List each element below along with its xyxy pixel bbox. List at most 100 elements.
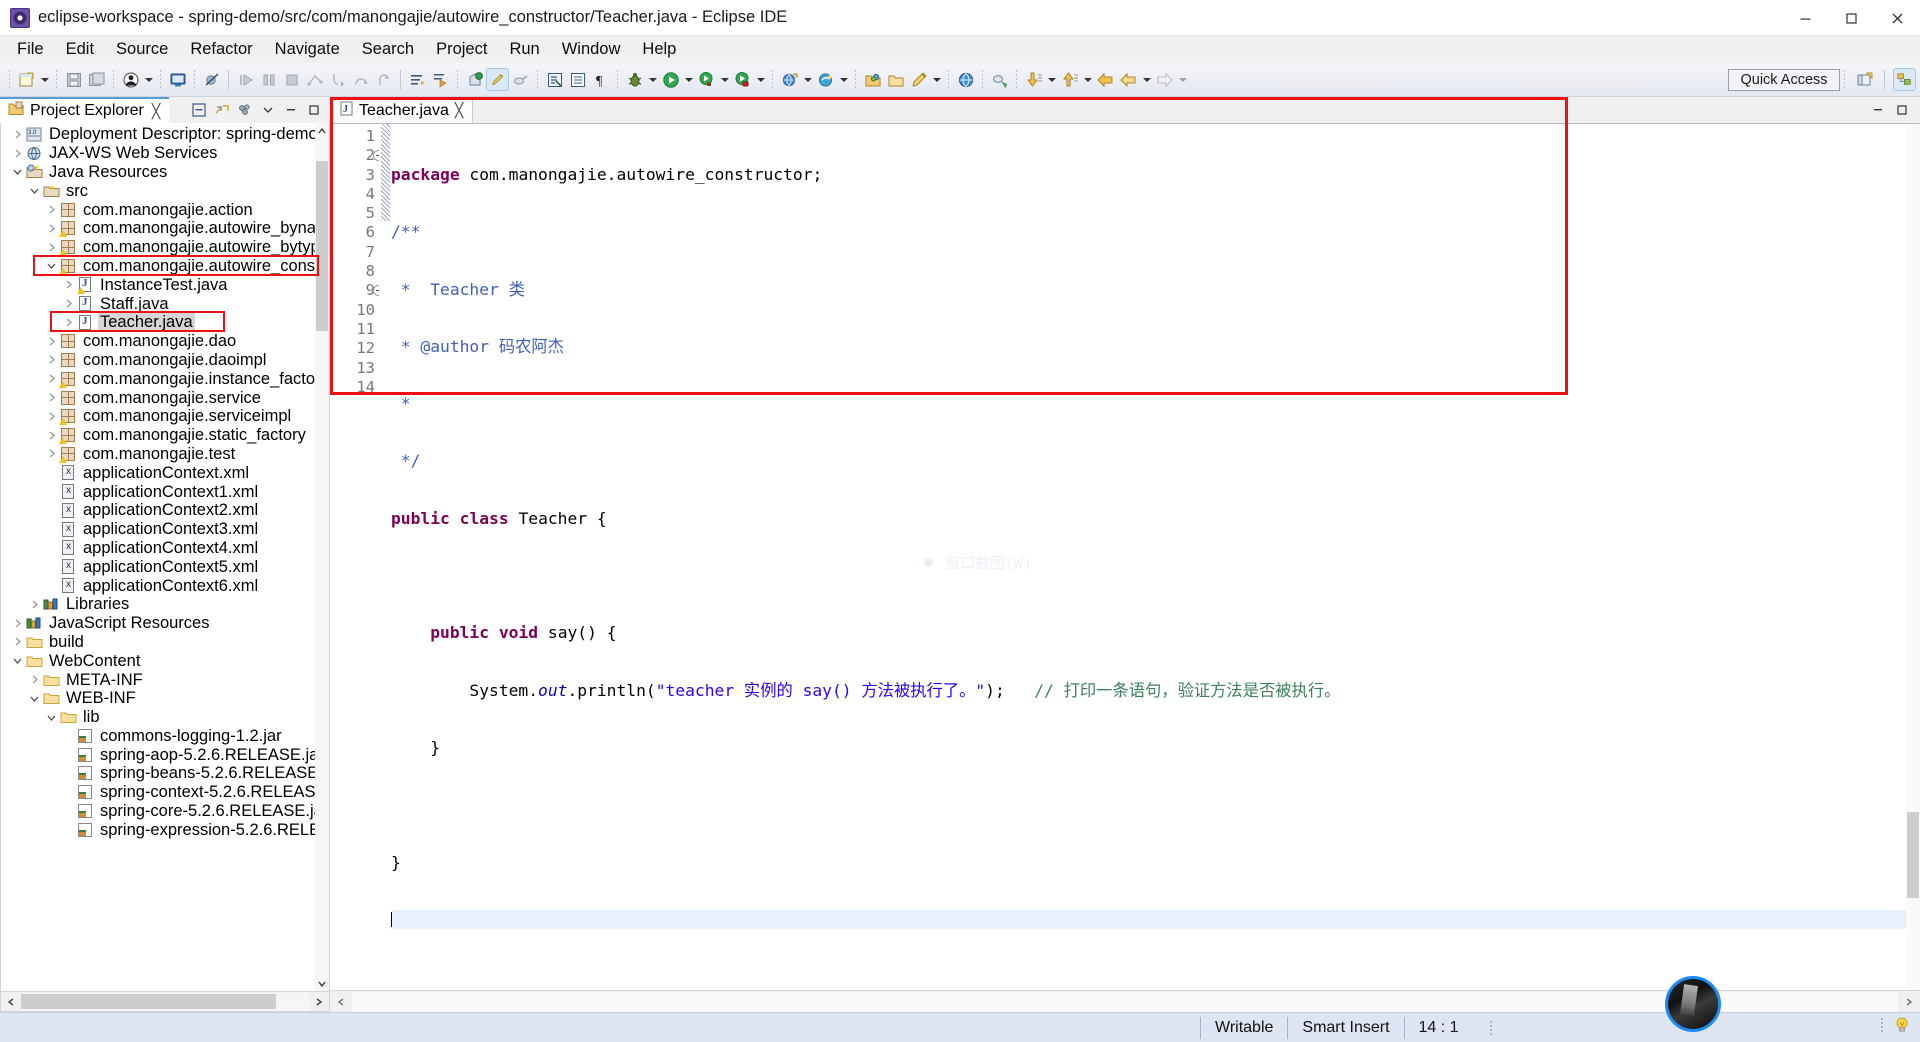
- close-icon[interactable]: ╳: [455, 102, 463, 119]
- coverage-dropdown-icon[interactable]: [718, 68, 731, 91]
- chevron-right-icon[interactable]: [11, 128, 24, 141]
- tree-item[interactable]: applicationContext1.xml: [1, 482, 329, 501]
- new-package-icon[interactable]: [861, 68, 884, 91]
- collapse-all-icon[interactable]: [189, 100, 209, 120]
- globe-icon[interactable]: [954, 68, 977, 91]
- debug-dropdown-icon[interactable]: [646, 68, 659, 91]
- chevron-down-icon[interactable]: [11, 654, 24, 667]
- chevron-down-icon[interactable]: [11, 165, 24, 178]
- tree-item[interactable]: 3.0 Deployment Descriptor: spring-demo: [1, 125, 329, 144]
- task-icon[interactable]: [463, 68, 486, 91]
- status-drag-handle[interactable]: [1483, 1020, 1499, 1036]
- chevron-right-icon[interactable]: [11, 147, 24, 160]
- tree-item[interactable]: applicationContext6.xml: [1, 576, 329, 595]
- scrollbar-thumb[interactable]: [316, 161, 328, 331]
- tree-item[interactable]: spring-context-5.2.6.RELEASE.jar: [1, 783, 329, 802]
- tree-item[interactable]: applicationContext.xml: [1, 463, 329, 482]
- menu-project[interactable]: Project: [425, 37, 498, 62]
- spring-icon[interactable]: [814, 68, 837, 91]
- chevron-down-icon[interactable]: [45, 711, 58, 724]
- chevron-right-icon[interactable]: [45, 241, 58, 254]
- status-drag-handle[interactable]: [1880, 1017, 1884, 1038]
- editor-marker-column[interactable]: [330, 124, 347, 990]
- skip-breakpoints-icon[interactable]: [200, 68, 223, 91]
- chevron-right-icon[interactable]: [45, 372, 58, 385]
- link-with-editor-icon[interactable]: [212, 100, 232, 120]
- chevron-right-icon[interactable]: [28, 673, 41, 686]
- tree-item[interactable]: Teacher.java: [1, 313, 329, 332]
- minimize-icon[interactable]: [281, 100, 301, 120]
- filter-icon[interactable]: [235, 100, 255, 120]
- forward-arrow-icon[interactable]: [1153, 68, 1176, 91]
- tree-item[interactable]: Java Resources: [1, 163, 329, 182]
- tree-item[interactable]: com.manongajie.test: [1, 445, 329, 464]
- tree-item[interactable]: spring-beans-5.2.6.RELEASE.jar: [1, 764, 329, 783]
- chevron-right-icon[interactable]: [11, 617, 24, 630]
- explorer-horizontal-scrollbar[interactable]: [0, 992, 330, 1012]
- close-button[interactable]: [1874, 0, 1920, 36]
- tree-item[interactable]: JAX-WS Web Services: [1, 144, 329, 163]
- tree-item[interactable]: WEB-INF: [1, 689, 329, 708]
- next-annotation-icon[interactable]: [429, 68, 452, 91]
- tree-item[interactable]: WebContent: [1, 651, 329, 670]
- forward-dropdown-icon[interactable]: [1176, 68, 1189, 91]
- annotate-icon[interactable]: [406, 68, 429, 91]
- pencil-dropdown-icon[interactable]: [930, 68, 943, 91]
- chevron-right-icon[interactable]: [45, 335, 58, 348]
- new-file-dropdown-icon[interactable]: [38, 68, 51, 91]
- scrollbar-thumb[interactable]: [21, 993, 276, 1009]
- show-list-icon[interactable]: [566, 68, 589, 91]
- scrollbar-thumb[interactable]: [1907, 812, 1919, 898]
- scroll-left-icon[interactable]: [1, 993, 21, 1011]
- tree-item[interactable]: com.manongajie.autowire_constructo: [1, 257, 329, 276]
- tab-project-explorer[interactable]: Project Explorer ╳: [0, 97, 170, 123]
- pencil-icon[interactable]: [907, 68, 930, 91]
- back-arrow-icon[interactable]: [1094, 68, 1117, 91]
- new-folder-icon[interactable]: [884, 68, 907, 91]
- server-globe-icon[interactable]: [778, 68, 801, 91]
- menu-search[interactable]: Search: [351, 37, 425, 62]
- up-arrow-dropdown-icon[interactable]: [1081, 68, 1094, 91]
- save-icon[interactable]: [62, 68, 85, 91]
- scroll-down-icon[interactable]: [315, 976, 329, 991]
- up-arrow-icon[interactable]: [1058, 68, 1081, 91]
- menu-help[interactable]: Help: [631, 37, 687, 62]
- tree-item[interactable]: applicationContext2.xml: [1, 501, 329, 520]
- debug-bug-icon[interactable]: [623, 68, 646, 91]
- project-explorer-tree-container[interactable]: 3.0 Deployment Descriptor: spring-demo JAX…: [0, 123, 330, 992]
- deploy-icon[interactable]: [988, 68, 1011, 91]
- external-tools-dropdown-icon[interactable]: [754, 68, 767, 91]
- step-return-icon[interactable]: [372, 68, 395, 91]
- step-over-icon[interactable]: [349, 68, 372, 91]
- tree-item[interactable]: com.manongajie.service: [1, 388, 329, 407]
- menu-run[interactable]: Run: [498, 37, 550, 62]
- chevron-right-icon[interactable]: [62, 278, 75, 291]
- tree-item[interactable]: com.manongajie.instance_factory: [1, 369, 329, 388]
- coverage-icon[interactable]: [695, 68, 718, 91]
- tree-item[interactable]: com.manongajie.serviceimpl: [1, 407, 329, 426]
- pilcrow-icon[interactable]: ¶: [589, 68, 612, 91]
- java-ee-perspective-icon[interactable]: [1893, 68, 1916, 91]
- tree-item[interactable]: src: [1, 181, 329, 200]
- console-icon[interactable]: [166, 68, 189, 91]
- suspend-icon[interactable]: [257, 68, 280, 91]
- link-icon[interactable]: [486, 68, 509, 91]
- tree-item[interactable]: META-INF: [1, 670, 329, 689]
- editor-source-code[interactable]: package com.manongajie.autowire_construc…: [391, 124, 1920, 990]
- chevron-right-icon[interactable]: [62, 297, 75, 310]
- chevron-right-icon[interactable]: [11, 635, 24, 648]
- menu-source[interactable]: Source: [105, 37, 179, 62]
- open-resource-icon[interactable]: [543, 68, 566, 91]
- person-icon[interactable]: [119, 68, 142, 91]
- open-perspective-icon[interactable]: [1853, 68, 1876, 91]
- chevron-down-icon[interactable]: [28, 692, 41, 705]
- tree-item[interactable]: spring-aop-5.2.6.RELEASE.jar: [1, 745, 329, 764]
- back-dropdown-icon[interactable]: [1140, 68, 1153, 91]
- server-dropdown-icon[interactable]: [801, 68, 814, 91]
- tree-item[interactable]: com.manongajie.autowire_byname: [1, 219, 329, 238]
- tree-item[interactable]: applicationContext3.xml: [1, 520, 329, 539]
- run-dropdown-icon[interactable]: [682, 68, 695, 91]
- chevron-down-icon[interactable]: [258, 100, 278, 120]
- chevron-right-icon[interactable]: [28, 598, 41, 611]
- tree-item[interactable]: spring-core-5.2.6.RELEASE.jar: [1, 802, 329, 821]
